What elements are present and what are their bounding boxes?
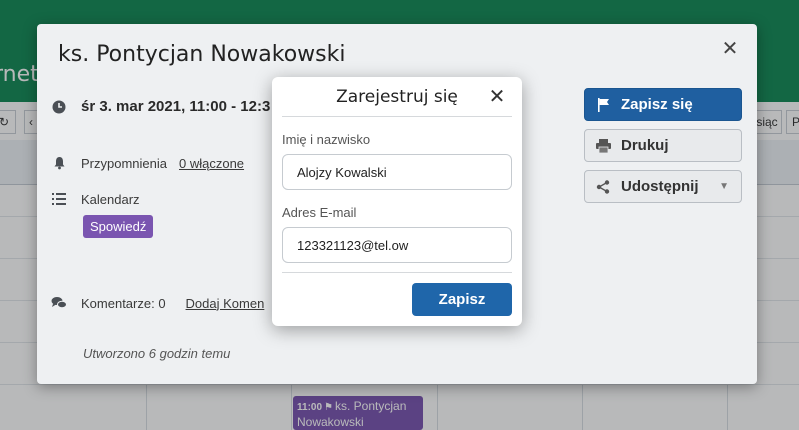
add-comment-link[interactable]: Dodaj Komen [186,296,265,311]
print-label: Drukuj [621,137,669,154]
print-button[interactable]: Drukuj [584,129,742,162]
comments-row: Komentarze: 0 Dodaj Komen [51,295,264,311]
name-input[interactable] [282,154,512,190]
share-label: Udostępnij [621,178,699,195]
comments-count: Komentarze: 0 [81,295,166,311]
calendar-row: Kalendarz [51,191,140,207]
register-button[interactable]: Zapisz się [584,88,742,121]
share-button[interactable]: Udostępnij ▼ [584,170,742,203]
email-label: Adres E-mail [282,205,357,220]
calendar-badge: Spowiedź [83,215,154,238]
calendar-label: Kalendarz [81,191,140,207]
email-input[interactable] [282,227,512,263]
share-icon [595,179,611,195]
reminders-row: Przypomnienia 0 włączone [51,155,244,171]
comments-icon [51,295,67,311]
divider [282,272,512,273]
clock-icon [51,99,67,115]
printer-icon [595,138,611,154]
submit-button[interactable]: Zapisz [412,283,512,316]
reminders-label: Przypomnienia [81,155,167,171]
event-datetime: śr 3. mar 2021, 11:00 - 12:3 [81,98,271,115]
bell-icon [51,155,67,171]
registration-modal: Zarejestruj się ✕ Imię i nazwisko Adres … [272,77,522,326]
created-info: Utworzono 6 godzin temu [83,346,231,361]
registration-title: Zarejestruj się [336,87,458,107]
divider [282,116,512,117]
reminders-link[interactable]: 0 włączone [179,156,244,171]
close-icon[interactable]: ✕ [719,38,741,60]
chevron-down-icon: ▼ [719,181,729,192]
name-label: Imię i nazwisko [282,132,371,147]
list-icon [51,191,67,207]
register-label: Zapisz się [621,96,693,113]
close-icon[interactable]: ✕ [486,86,508,108]
event-datetime-row: śr 3. mar 2021, 11:00 - 12:3 [51,98,270,115]
event-dialog-title: ks. Pontycjan Nowakowski [58,42,346,67]
flag-icon [595,97,611,113]
